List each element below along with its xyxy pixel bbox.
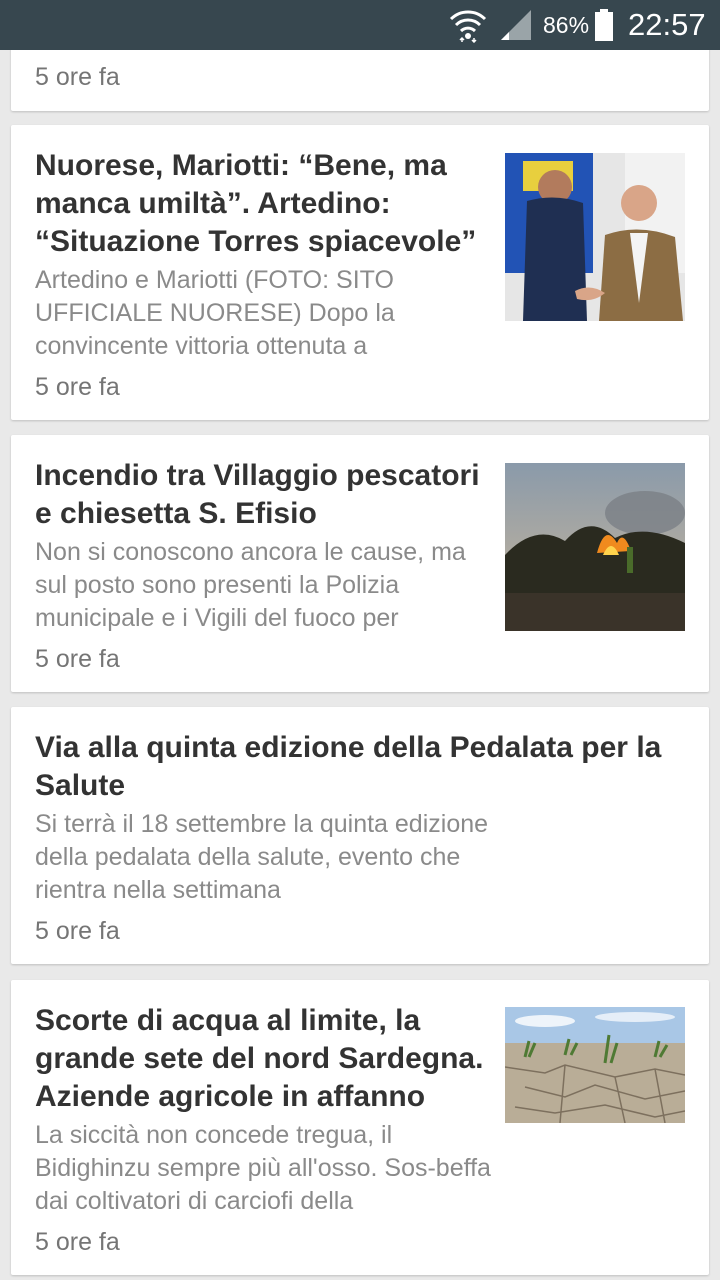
article-title: Scorte di acqua al limite, la grande set… xyxy=(35,1004,484,1113)
article-time: 5 ore fa xyxy=(35,373,120,401)
clock: 22:57 xyxy=(628,7,706,42)
news-card[interactable]: Via alla quinta edizione della Pedalata … xyxy=(11,707,709,964)
news-card[interactable]: Scorte di acqua al limite, la grande set… xyxy=(11,980,709,1275)
article-time: 5 ore fa xyxy=(35,1228,120,1256)
article-snippet: Artedino e Mariotti (FOTO: SITO UFFICIAL… xyxy=(35,266,395,360)
article-thumbnail xyxy=(505,463,685,631)
article-title: Via alla quinta edizione della Pedalata … xyxy=(35,731,662,802)
article-thumbnail xyxy=(505,153,685,321)
article-time: 5 ore fa xyxy=(35,917,120,945)
wifi-icon xyxy=(449,10,487,43)
article-title: Incendio tra Villaggio pescatori e chies… xyxy=(35,459,480,530)
article-thumbnail xyxy=(505,1007,685,1123)
news-card[interactable]: Incendio tra Villaggio pescatori e chies… xyxy=(11,435,709,692)
article-snippet: Non si conoscono ancora le cause, ma sul… xyxy=(35,538,466,632)
article-snippet: Si terrà il 18 settembre la quinta edizi… xyxy=(35,810,489,904)
article-time: 5 ore fa xyxy=(35,645,120,673)
article-title: Nuorese, Mariotti: “Bene, ma manca umilt… xyxy=(35,149,477,258)
news-card[interactable]: Nuorese, Mariotti: “Bene, ma manca umilt… xyxy=(11,125,709,420)
article-snippet: La siccità non concede tregua, il Bidigh… xyxy=(35,1121,491,1215)
battery-icon xyxy=(595,9,613,41)
article-time: 5 ore fa xyxy=(35,63,120,91)
battery-percent: 86% xyxy=(543,12,590,38)
signal-icon xyxy=(501,10,531,40)
status-bar: 86% 22:57 xyxy=(0,0,720,50)
